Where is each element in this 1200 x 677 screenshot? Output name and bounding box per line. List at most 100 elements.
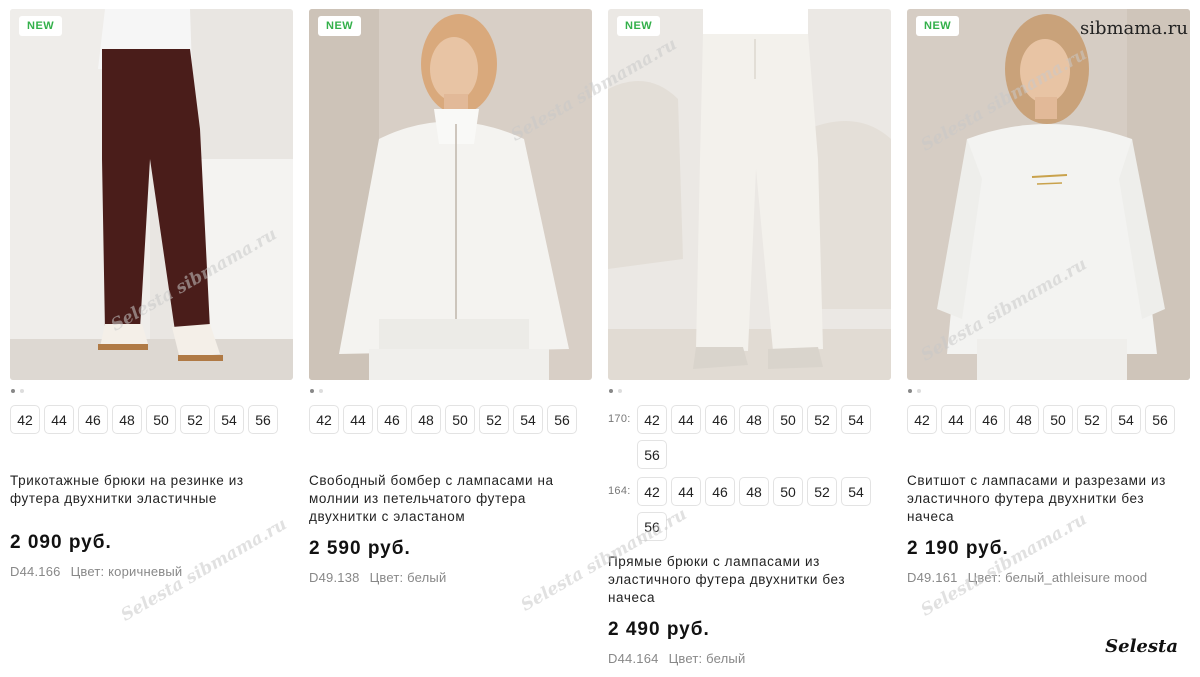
size-option[interactable]: 48 — [739, 477, 769, 506]
new-badge: NEW — [617, 16, 661, 36]
size-option[interactable]: 44 — [671, 405, 701, 434]
product-meta: D49.138 Цвет: белый — [309, 570, 592, 585]
signature: Selesta — [1105, 636, 1178, 657]
product-price: 2 190 руб. — [907, 538, 1009, 559]
size-option[interactable]: 54 — [841, 405, 871, 434]
size-option[interactable]: 54 — [214, 405, 244, 434]
pager-dot-active[interactable] — [908, 389, 912, 393]
product-card[interactable]: NEW 42 44 46 48 50 52 54 56 Трикотажные … — [10, 9, 293, 579]
product-grid: NEW 42 44 46 48 50 52 54 56 Трикотажные … — [0, 0, 1200, 677]
size-option[interactable]: 46 — [705, 477, 735, 506]
product-photo[interactable]: NEW — [907, 9, 1190, 380]
pager-dot[interactable] — [917, 389, 921, 393]
size-option[interactable]: 42 — [637, 405, 667, 434]
site-stamp: sibmama.ru — [1079, 18, 1188, 39]
new-badge: NEW — [19, 16, 63, 36]
size-list: 42 44 46 48 50 52 54 56 — [637, 405, 891, 469]
pager-dot[interactable] — [618, 389, 622, 393]
size-option[interactable]: 50 — [1043, 405, 1073, 434]
height-group-164: 164: 42 44 46 48 50 52 54 56 — [608, 477, 891, 541]
product-meta: D44.166 Цвет: коричневый — [10, 564, 293, 579]
article-number: D49.138 — [309, 570, 360, 585]
image-pager-dots[interactable] — [608, 380, 891, 402]
product-color: Цвет: коричневый — [70, 564, 183, 579]
size-option[interactable]: 42 — [907, 405, 937, 434]
product-price: 2 490 руб. — [608, 619, 710, 640]
size-option[interactable]: 54 — [1111, 405, 1141, 434]
height-label: 164: — [608, 485, 631, 497]
size-option[interactable]: 50 — [773, 405, 803, 434]
size-option[interactable]: 54 — [513, 405, 543, 434]
article-number: D44.164 — [608, 651, 659, 666]
size-option[interactable]: 50 — [445, 405, 475, 434]
size-option[interactable]: 48 — [739, 405, 769, 434]
product-title[interactable]: Трикотажные брюки на резинке из футера д… — [10, 472, 293, 508]
product-photo[interactable]: NEW — [608, 9, 891, 380]
product-title[interactable]: Свободный бомбер с лампасами на молнии и… — [309, 472, 592, 526]
size-list: 42 44 46 48 50 52 54 56 — [10, 405, 293, 434]
pager-dot-active[interactable] — [609, 389, 613, 393]
image-pager-dots[interactable] — [309, 380, 592, 402]
size-option[interactable]: 56 — [637, 440, 667, 469]
product-price: 2 090 руб. — [10, 532, 112, 553]
size-option[interactable]: 48 — [112, 405, 142, 434]
brown-trousers-image — [10, 9, 293, 380]
product-color: Цвет: белый — [369, 570, 447, 585]
size-option[interactable]: 50 — [773, 477, 803, 506]
article-number: D44.166 — [10, 564, 61, 579]
size-option[interactable]: 44 — [671, 477, 701, 506]
size-option[interactable]: 52 — [180, 405, 210, 434]
size-option[interactable]: 52 — [807, 405, 837, 434]
size-list: 42 44 46 48 50 52 54 56 — [907, 405, 1190, 434]
size-option[interactable]: 46 — [975, 405, 1005, 434]
size-option[interactable]: 52 — [479, 405, 509, 434]
article-number: D49.161 — [907, 570, 958, 585]
product-photo[interactable]: NEW — [10, 9, 293, 380]
size-option[interactable]: 50 — [146, 405, 176, 434]
size-option[interactable]: 44 — [44, 405, 74, 434]
size-option[interactable]: 52 — [807, 477, 837, 506]
product-meta: D49.161 Цвет: белый_athleisure mood — [907, 570, 1190, 585]
size-option[interactable]: 42 — [637, 477, 667, 506]
pager-dot[interactable] — [20, 389, 24, 393]
size-option[interactable]: 46 — [705, 405, 735, 434]
size-option[interactable]: 54 — [841, 477, 871, 506]
product-color: Цвет: белый_athleisure mood — [967, 570, 1148, 585]
pager-dot-active[interactable] — [11, 389, 15, 393]
size-option[interactable]: 56 — [1145, 405, 1175, 434]
size-option[interactable]: 46 — [78, 405, 108, 434]
product-card[interactable]: NEW 170: 42 44 46 48 50 52 54 56 164: 42… — [608, 9, 891, 666]
size-option[interactable]: 48 — [1009, 405, 1039, 434]
white-sweatshirt-image — [907, 9, 1190, 380]
product-title[interactable]: Свитшот с лампасами и разрезами из эласт… — [907, 472, 1190, 526]
pager-dot-active[interactable] — [310, 389, 314, 393]
product-card[interactable]: NEW 42 44 46 48 50 52 54 56 Свитшот с ла… — [907, 9, 1190, 585]
height-group-170: 170: 42 44 46 48 50 52 54 56 — [608, 405, 891, 469]
size-option[interactable]: 56 — [547, 405, 577, 434]
image-pager-dots[interactable] — [907, 380, 1190, 402]
white-bomber-image — [309, 9, 592, 380]
size-option[interactable]: 44 — [941, 405, 971, 434]
pager-dot[interactable] — [319, 389, 323, 393]
size-option[interactable]: 48 — [411, 405, 441, 434]
new-badge: NEW — [916, 16, 960, 36]
product-title[interactable]: Прямые брюки с лампасами из эластичного … — [608, 553, 891, 607]
product-photo[interactable]: NEW — [309, 9, 592, 380]
size-option[interactable]: 46 — [377, 405, 407, 434]
size-option[interactable]: 44 — [343, 405, 373, 434]
product-card[interactable]: NEW 42 44 46 48 50 52 54 56 Свободный бо… — [309, 9, 592, 585]
height-label: 170: — [608, 413, 631, 425]
size-option[interactable]: 56 — [248, 405, 278, 434]
product-color: Цвет: белый — [668, 651, 746, 666]
size-option[interactable]: 52 — [1077, 405, 1107, 434]
size-list: 42 44 46 48 50 52 54 56 — [637, 477, 891, 541]
size-option[interactable]: 42 — [309, 405, 339, 434]
size-option[interactable]: 56 — [637, 512, 667, 541]
product-price: 2 590 руб. — [309, 538, 411, 559]
new-badge: NEW — [318, 16, 362, 36]
size-list: 42 44 46 48 50 52 54 56 — [309, 405, 592, 434]
size-option[interactable]: 42 — [10, 405, 40, 434]
product-meta: D44.164 Цвет: белый — [608, 651, 891, 666]
image-pager-dots[interactable] — [10, 380, 293, 402]
white-trousers-image — [608, 9, 891, 380]
